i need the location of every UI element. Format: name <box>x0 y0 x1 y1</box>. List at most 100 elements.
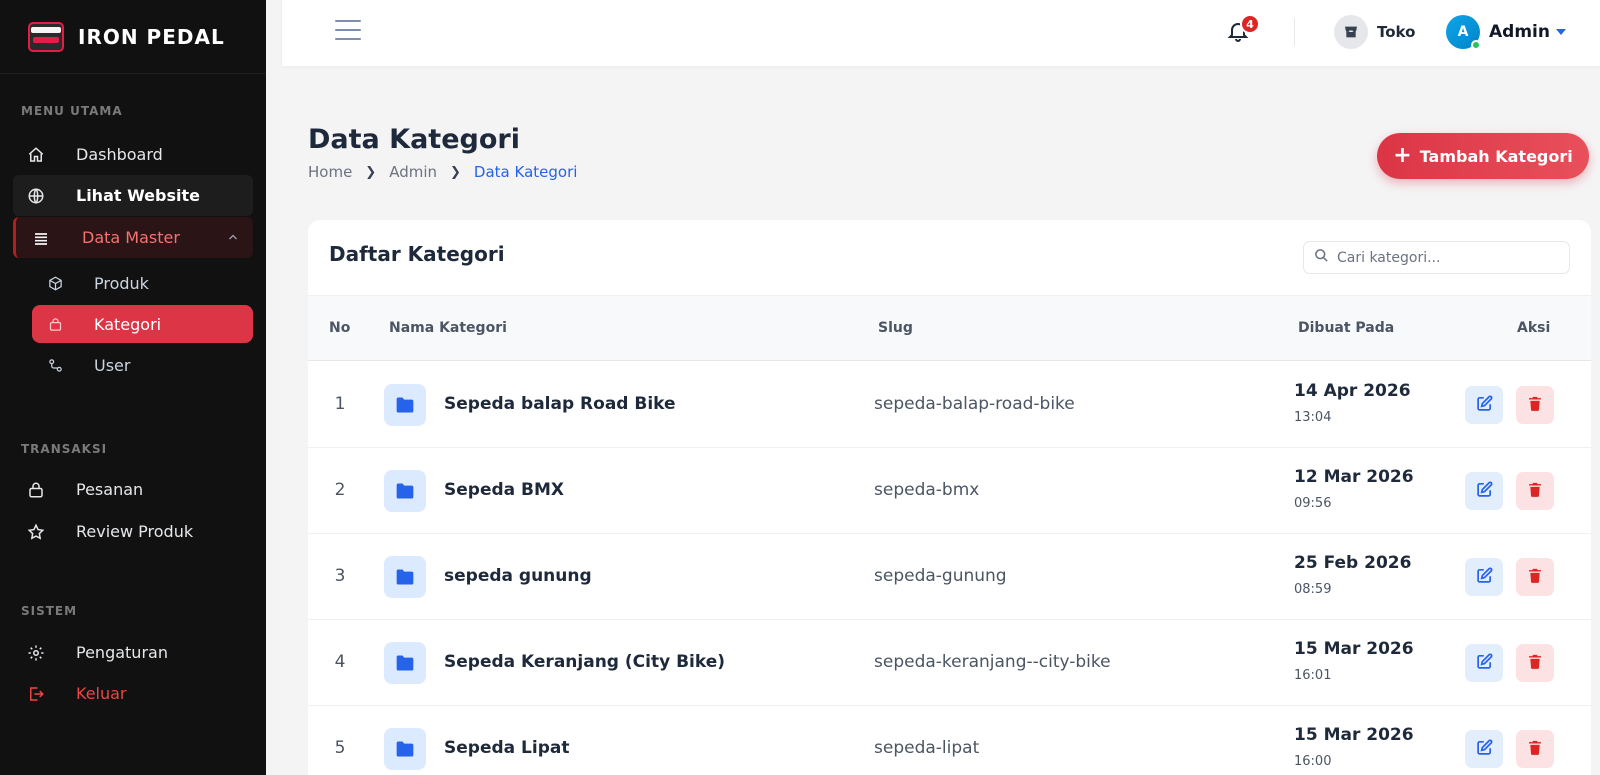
brand[interactable]: IRON PEDAL <box>0 0 266 74</box>
created-date: 14 Apr 2026 <box>1294 381 1411 401</box>
column-header-slug: Slug <box>878 320 913 336</box>
lock-bag-icon <box>25 479 47 501</box>
store-icon <box>1334 15 1368 49</box>
delete-button[interactable] <box>1516 386 1554 424</box>
sidebar-subitem-kategori[interactable]: Kategori <box>32 305 253 343</box>
trash-icon <box>1527 395 1543 416</box>
category-slug: sepeda-lipat <box>874 738 980 758</box>
topbar: 4 Toko A Admin <box>282 0 1600 66</box>
table-row: 5 Sepeda Lipat sepeda-lipat 15 Mar 2026 16:0… <box>308 706 1591 775</box>
user-name: Admin <box>1489 22 1550 42</box>
edit-icon <box>1476 481 1493 502</box>
delete-button[interactable] <box>1516 644 1554 682</box>
edit-button[interactable] <box>1465 386 1503 424</box>
delete-button[interactable] <box>1516 472 1554 510</box>
section-title-system: SISTEM <box>21 604 78 618</box>
brand-name: IRON PEDAL <box>78 24 225 49</box>
page-title: Data Kategori <box>308 124 520 155</box>
breadcrumb-home[interactable]: Home <box>308 163 352 181</box>
edit-icon <box>1476 395 1493 416</box>
sidebar-item-pengaturan[interactable]: Pengaturan <box>13 632 253 673</box>
folder-icon <box>384 728 426 770</box>
sidebar-item-website[interactable]: Lihat Website <box>13 175 253 216</box>
list-icon <box>30 227 52 249</box>
section-title-main: MENU UTAMA <box>21 104 123 118</box>
edit-button[interactable] <box>1465 644 1503 682</box>
user-menu[interactable]: A Admin <box>1446 15 1566 50</box>
avatar: A <box>1446 15 1481 50</box>
add-category-button[interactable]: + Tambah Kategori <box>1377 133 1589 179</box>
folder-icon <box>384 384 426 426</box>
bag-icon <box>46 315 64 333</box>
store-link[interactable]: Toko <box>1334 15 1415 49</box>
row-number: 3 <box>334 566 346 586</box>
sidebar-item-label: Pengaturan <box>76 643 168 662</box>
breadcrumb-admin[interactable]: Admin <box>389 163 437 181</box>
edit-icon <box>1476 653 1493 674</box>
search-icon <box>1314 248 1329 267</box>
created-date: 12 Mar 2026 <box>1294 467 1414 487</box>
folder-icon <box>384 642 426 684</box>
sidebar: IRON PEDAL MENU UTAMA Dashboard Lihat We… <box>0 0 266 775</box>
column-header-created: Dibuat Pada <box>1298 320 1395 336</box>
table-row: 4 Sepeda Keranjang (City Bike) sepeda-kera… <box>308 620 1591 706</box>
table-row: 2 Sepeda BMX sepeda-bmx 12 Mar 2026 09:56 <box>308 448 1591 534</box>
row-number: 5 <box>334 738 346 758</box>
folder-icon <box>384 556 426 598</box>
edit-button[interactable] <box>1465 558 1503 596</box>
sidebar-item-data-master[interactable]: Data Master <box>13 217 253 258</box>
sidebar-item-dashboard[interactable]: Dashboard <box>13 134 253 175</box>
category-name: Sepeda Keranjang (City Bike) <box>444 652 726 672</box>
sidebar-item-label: Lihat Website <box>76 186 200 205</box>
brand-logo <box>22 20 70 54</box>
sidebar-item-pesanan[interactable]: Pesanan <box>13 469 253 510</box>
created-time: 09:56 <box>1294 496 1332 511</box>
menu-toggle-icon[interactable] <box>335 20 361 44</box>
sidebar-subitem-user[interactable]: User <box>32 346 253 384</box>
created-time: 08:59 <box>1294 582 1332 597</box>
category-slug: sepeda-balap-road-bike <box>874 394 1075 414</box>
sidebar-subitem-produk[interactable]: Produk <box>32 264 253 302</box>
sidebar-item-label: Review Produk <box>76 522 194 541</box>
edit-icon <box>1476 567 1493 588</box>
category-name: Sepeda Lipat <box>444 738 570 758</box>
sidebar-item-review[interactable]: Review Produk <box>13 511 253 552</box>
notification-button[interactable]: 4 <box>1226 14 1260 48</box>
sidebar-item-label: Data Master <box>82 228 180 247</box>
sidebar-item-label: Produk <box>94 273 149 293</box>
row-number: 4 <box>334 652 346 672</box>
search-input[interactable] <box>1337 249 1547 266</box>
category-slug: sepeda-gunung <box>874 566 1007 586</box>
sidebar-item-keluar[interactable]: Keluar <box>13 673 253 714</box>
table-header: No Nama Kategori Slug Dibuat Pada Aksi <box>308 295 1591 361</box>
sidebar-item-label: Dashboard <box>76 145 163 164</box>
category-name: Sepeda balap Road Bike <box>444 394 676 414</box>
globe-icon <box>25 185 47 207</box>
user-route-icon <box>46 356 64 374</box>
online-status-dot <box>1471 40 1481 50</box>
store-label: Toko <box>1377 23 1416 41</box>
column-header-name: Nama Kategori <box>389 320 507 336</box>
delete-button[interactable] <box>1516 730 1554 768</box>
chevron-right-icon: ❯ <box>365 164 377 180</box>
breadcrumb: Home ❯ Admin ❯ Data Kategori <box>308 163 577 181</box>
edit-button[interactable] <box>1465 730 1503 768</box>
created-date: 25 Feb 2026 <box>1294 553 1412 573</box>
chevron-right-icon: ❯ <box>450 164 461 180</box>
edit-button[interactable] <box>1465 472 1503 510</box>
created-time: 13:04 <box>1294 410 1332 425</box>
sidebar-item-label: User <box>94 355 131 375</box>
delete-button[interactable] <box>1516 558 1554 596</box>
category-name: Sepeda BMX <box>444 480 565 500</box>
logout-icon <box>25 683 47 705</box>
column-header-action: Aksi <box>1517 320 1551 336</box>
chevron-up-icon <box>227 228 239 247</box>
section-title-transactions: TRANSAKSI <box>21 442 108 456</box>
created-date: 15 Mar 2026 <box>1294 639 1414 659</box>
star-icon <box>25 521 47 543</box>
avatar-initial: A <box>1457 24 1469 40</box>
created-time: 16:00 <box>1294 754 1332 769</box>
caret-down-icon <box>1555 29 1566 35</box>
search-box <box>1303 241 1570 274</box>
table-row: 3 sepeda gunung sepeda-gunung 25 Feb 2026 08… <box>308 534 1591 620</box>
